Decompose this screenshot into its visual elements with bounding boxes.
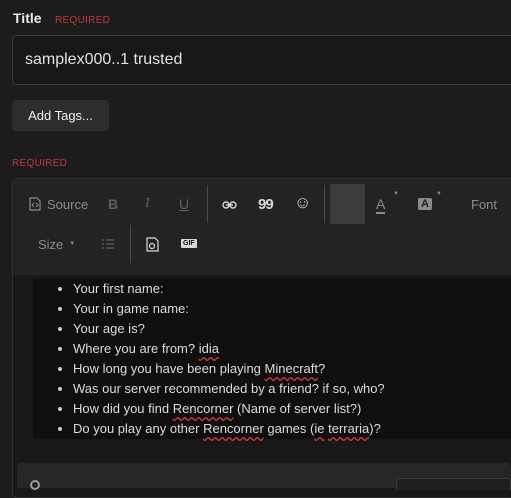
list-item-text: Was our server recommended by a friend? … bbox=[73, 381, 385, 396]
misspelled-word: terraria bbox=[328, 421, 370, 436]
misspelled-word: Minecraft bbox=[264, 361, 318, 376]
quote-button[interactable]: 99 bbox=[258, 196, 274, 213]
search-icon[interactable] bbox=[30, 480, 40, 490]
toolbar-divider bbox=[130, 225, 131, 263]
link-icon bbox=[222, 201, 237, 209]
bold-button[interactable]: B bbox=[108, 196, 118, 212]
list-item: How did you find Rencorner (Name of serv… bbox=[73, 399, 385, 419]
body-required-label: REQUIRED bbox=[12, 158, 68, 169]
title-input[interactable]: samplex000..1 trusted bbox=[12, 35, 511, 85]
chevron-down-icon: ▼ bbox=[393, 191, 399, 197]
question-list: Your first name: Your in game name: Your a… bbox=[73, 279, 385, 439]
list-item-text: ? bbox=[318, 361, 326, 376]
list-button[interactable] bbox=[101, 236, 115, 252]
list-item-text: )? bbox=[369, 421, 381, 436]
list-item: Your in game name: bbox=[73, 299, 385, 319]
misspelled-word: idia bbox=[198, 341, 219, 356]
list-item: Was our server recommended by a friend? … bbox=[73, 379, 385, 399]
image-icon bbox=[146, 236, 159, 252]
chevron-down-icon: ▼ bbox=[436, 191, 442, 197]
text-color-button[interactable]: A bbox=[376, 196, 386, 214]
link-button[interactable] bbox=[222, 198, 237, 212]
source-icon bbox=[29, 197, 41, 211]
size-button[interactable]: Size ▼ bbox=[38, 236, 75, 252]
list-item-text: games ( bbox=[263, 421, 315, 436]
background-color-button[interactable]: A bbox=[418, 196, 432, 211]
font-button[interactable]: Font bbox=[471, 196, 497, 212]
list-item-text: Do you play any other bbox=[73, 421, 204, 436]
list-item-text: (Name of server list?) bbox=[233, 401, 362, 416]
list-item: Do you play any other Rencorner games (i… bbox=[73, 419, 385, 439]
footer-input[interactable] bbox=[396, 478, 511, 490]
list-item: How long you have been playing Minecraft… bbox=[73, 359, 385, 379]
list-item-text: How long you have been playing bbox=[73, 361, 265, 376]
background-color-label: A bbox=[418, 197, 432, 210]
list-item-text: How did you find bbox=[73, 401, 173, 416]
insert-gif-button[interactable]: GIF bbox=[181, 237, 197, 250]
list-item: Where you are from? idia bbox=[73, 339, 385, 359]
source-button[interactable]: Source bbox=[29, 196, 88, 212]
toolbar-divider bbox=[207, 185, 208, 223]
title-label: Title bbox=[13, 10, 42, 26]
numbered-list-icon bbox=[102, 239, 114, 249]
list-item-text: Your in game name: bbox=[73, 301, 189, 316]
list-item: Your first name: bbox=[73, 279, 385, 299]
text-color-label: A bbox=[376, 196, 386, 212]
list-item: Your age is? bbox=[73, 319, 385, 339]
color-swatch[interactable] bbox=[330, 184, 365, 224]
add-tags-button[interactable]: Add Tags... bbox=[12, 100, 109, 131]
toolbar-divider bbox=[324, 185, 325, 223]
list-item-text: Your age is? bbox=[73, 321, 145, 336]
underline-button[interactable]: U bbox=[179, 196, 189, 212]
smiley-button[interactable]: ☺ bbox=[294, 193, 311, 212]
gif-label: GIF bbox=[181, 239, 197, 248]
title-required-label: REQUIRED bbox=[55, 15, 111, 26]
source-label: Source bbox=[47, 196, 89, 212]
size-label: Size bbox=[38, 236, 64, 252]
misspelled-word: Rencorner bbox=[172, 401, 234, 416]
italic-button[interactable]: I bbox=[145, 196, 150, 212]
chevron-down-icon: ▼ bbox=[69, 241, 76, 247]
list-item-text: Your first name: bbox=[73, 281, 164, 296]
insert-image-button[interactable] bbox=[146, 236, 159, 252]
list-item-text: Where you are from? bbox=[73, 341, 199, 356]
misspelled-word: ie bbox=[314, 421, 325, 436]
editor-content[interactable]: Your first name: Your in game name: Your a… bbox=[33, 279, 511, 439]
misspelled-word: Rencorner bbox=[203, 421, 264, 436]
